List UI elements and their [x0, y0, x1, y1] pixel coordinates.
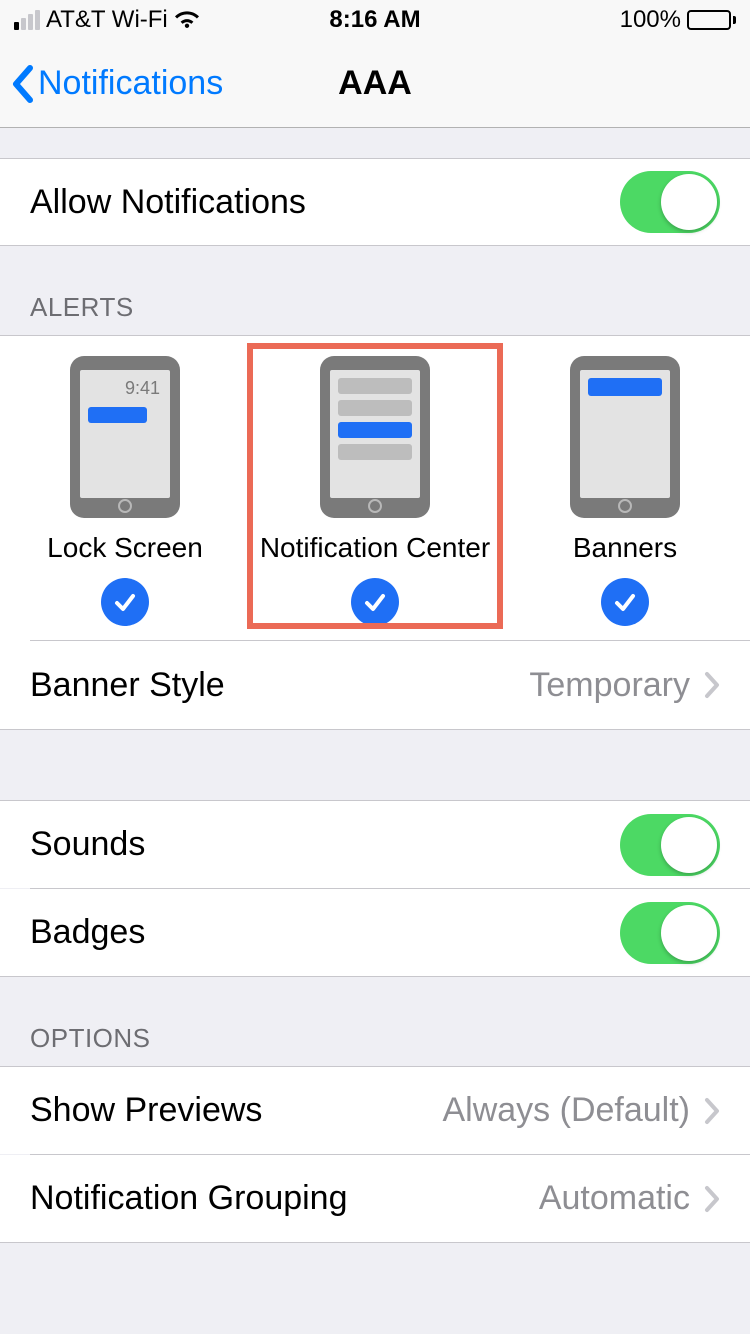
chevron-right-icon — [704, 671, 720, 699]
badges-toggle[interactable] — [620, 902, 720, 964]
lock-screen-preview-icon: 9:41 — [70, 356, 180, 518]
alert-option-banners[interactable]: Banners — [500, 356, 750, 626]
show-previews-label: Show Previews — [30, 1091, 262, 1130]
notification-grouping-row[interactable]: Notification Grouping Automatic — [0, 1155, 750, 1243]
banner-style-value: Temporary — [529, 666, 690, 705]
back-label: Notifications — [38, 64, 223, 103]
banners-checkmark-icon — [601, 578, 649, 626]
banners-preview-icon — [570, 356, 680, 518]
show-previews-row[interactable]: Show Previews Always (Default) — [0, 1066, 750, 1154]
carrier-label: AT&T Wi-Fi — [46, 6, 168, 34]
notification-grouping-label: Notification Grouping — [30, 1179, 348, 1218]
banner-style-label: Banner Style — [30, 666, 225, 705]
chevron-right-icon — [704, 1185, 720, 1213]
sounds-row[interactable]: Sounds — [0, 800, 750, 888]
alert-option-notification-center[interactable]: Notification Center — [250, 346, 500, 626]
notification-center-preview-icon — [320, 356, 430, 518]
lock-screen-checkmark-icon — [101, 578, 149, 626]
wifi-icon — [174, 10, 200, 30]
battery-icon — [687, 10, 736, 30]
chevron-right-icon — [704, 1097, 720, 1125]
alert-option-lock-screen[interactable]: 9:41 Lock Screen — [0, 356, 250, 626]
sounds-toggle[interactable] — [620, 814, 720, 876]
nav-bar: Notifications AAA — [0, 40, 750, 128]
allow-notifications-row[interactable]: Allow Notifications — [0, 158, 750, 246]
battery-percent: 100% — [620, 6, 681, 34]
chevron-left-icon — [10, 64, 34, 104]
badges-row[interactable]: Badges — [0, 889, 750, 977]
back-button[interactable]: Notifications — [10, 64, 223, 104]
notification-grouping-value: Automatic — [539, 1179, 690, 1218]
sounds-label: Sounds — [30, 825, 145, 864]
alerts-panel: 9:41 Lock Screen Notificatio — [0, 335, 750, 730]
notification-center-checkmark-icon — [351, 578, 399, 626]
notification-center-label: Notification Center — [260, 532, 490, 564]
lock-screen-sample-time: 9:41 — [88, 378, 162, 401]
cellular-signal-icon — [14, 10, 40, 30]
lock-screen-label: Lock Screen — [47, 532, 203, 564]
allow-notifications-label: Allow Notifications — [30, 183, 306, 222]
badges-label: Badges — [30, 913, 145, 952]
options-section-header: OPTIONS — [0, 977, 750, 1066]
alerts-section-header: ALERTS — [0, 246, 750, 335]
allow-notifications-toggle[interactable] — [620, 171, 720, 233]
banners-label: Banners — [573, 532, 677, 564]
show-previews-value: Always (Default) — [442, 1091, 690, 1130]
status-bar: AT&T Wi-Fi 8:16 AM 100% — [0, 0, 750, 40]
banner-style-row[interactable]: Banner Style Temporary — [0, 641, 750, 729]
